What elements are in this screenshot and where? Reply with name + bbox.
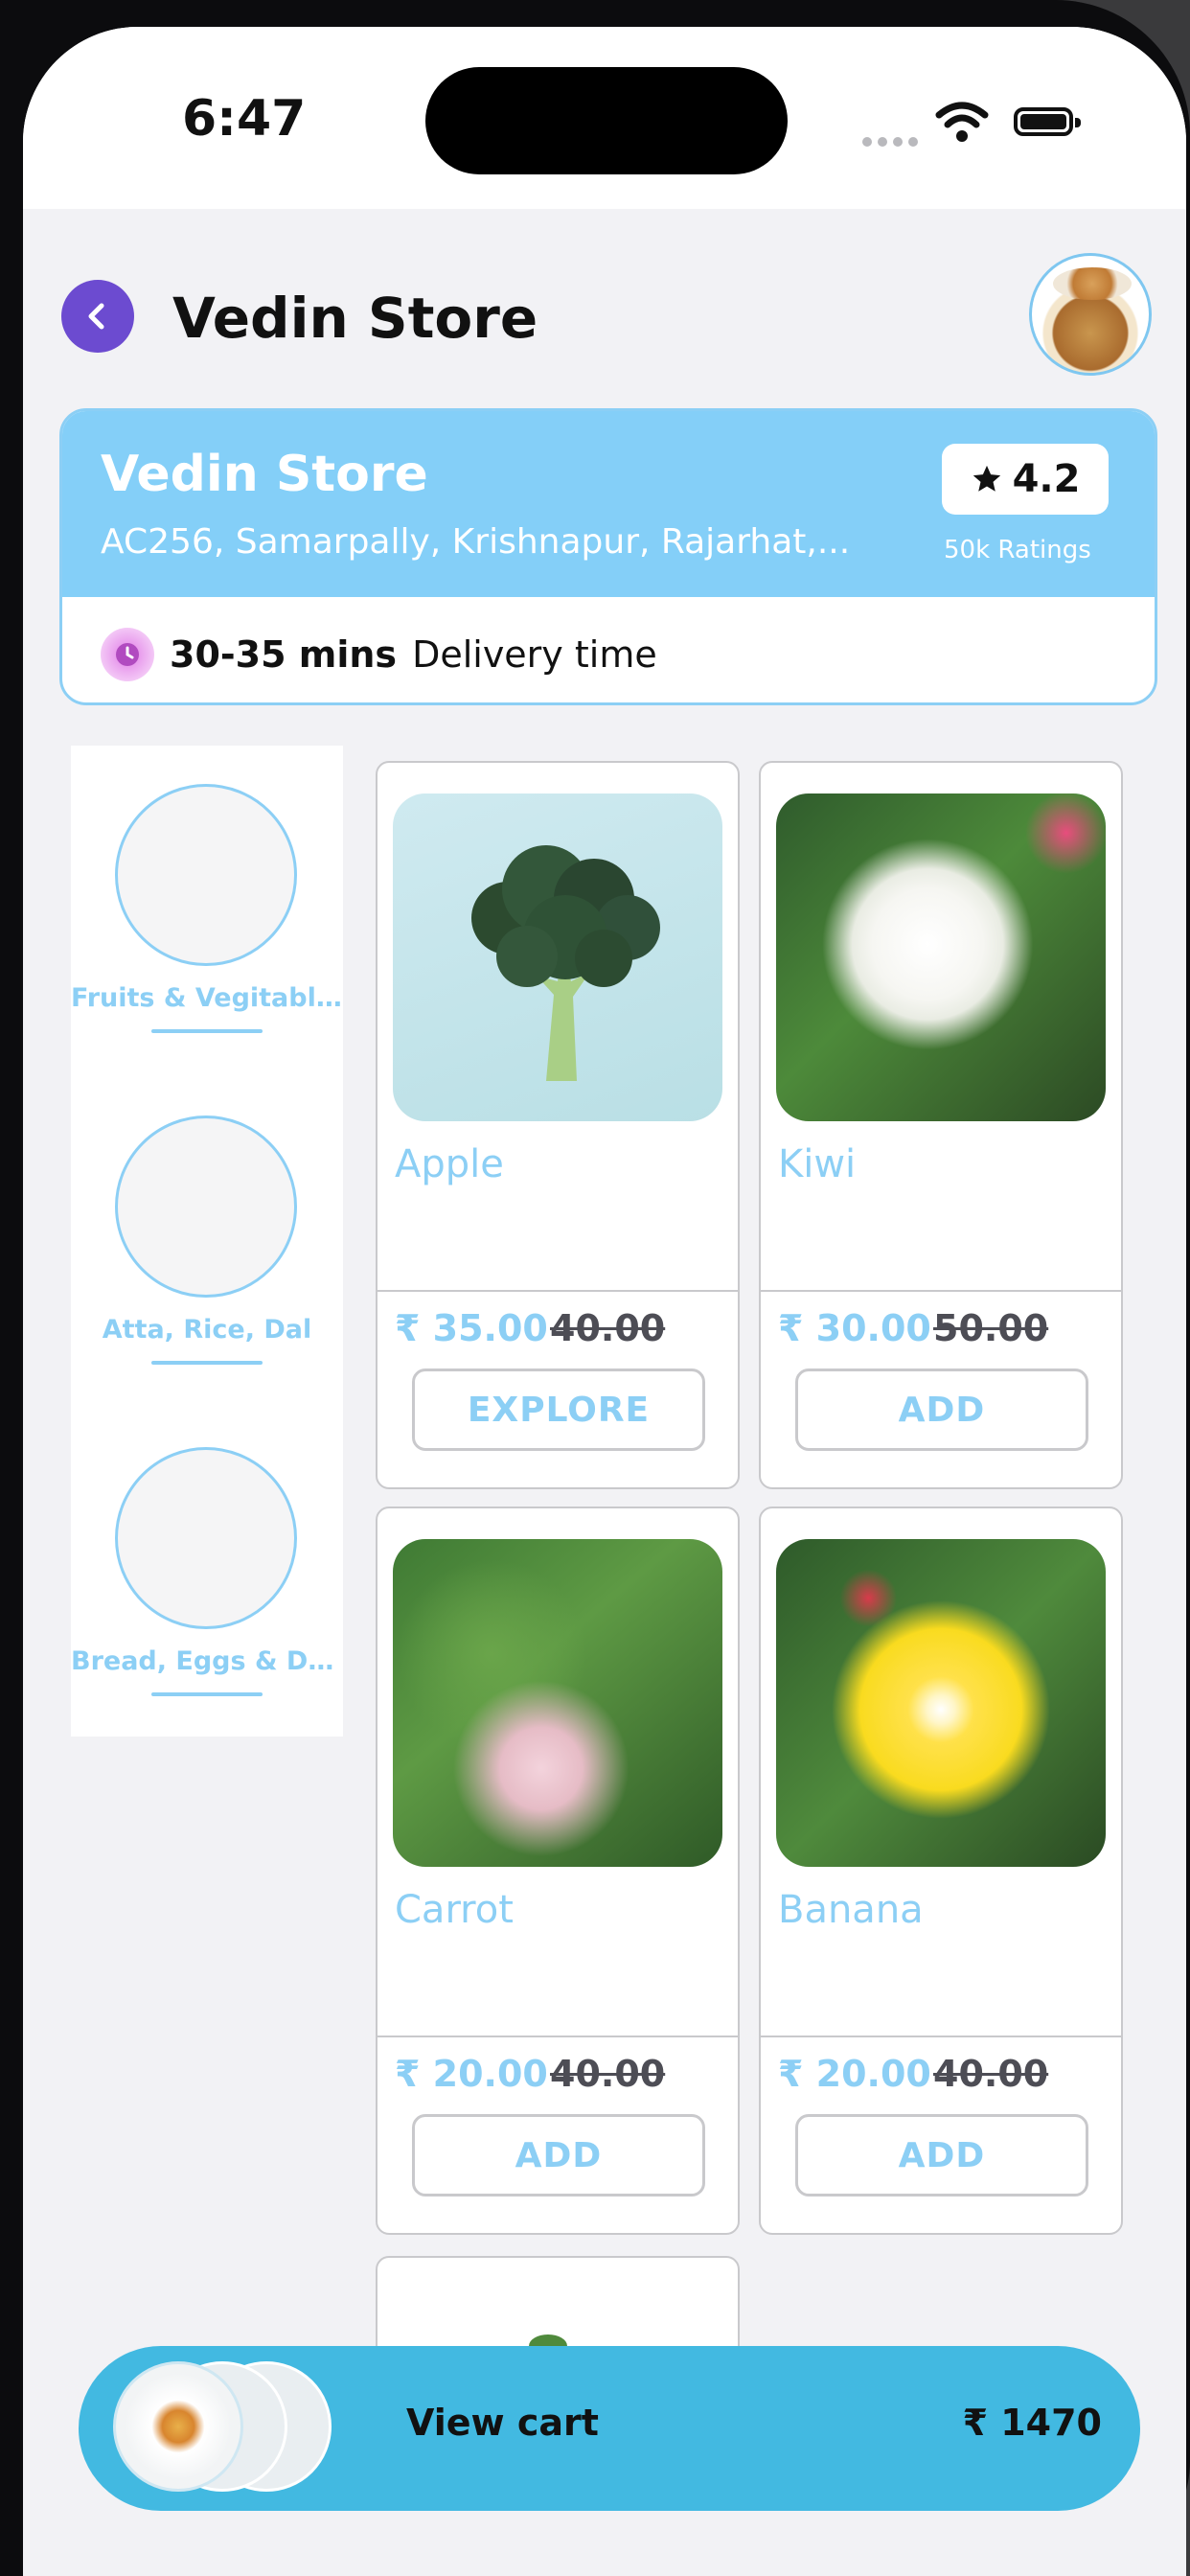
product-divider bbox=[761, 1290, 1121, 1292]
category-image bbox=[115, 1447, 297, 1629]
category-label: Atta, Rice, Dal bbox=[102, 1315, 312, 1345]
store-info-card: Vedin Store AC256, Samarpally, Krishnapu… bbox=[59, 408, 1157, 705]
store-info-banner: Vedin Store AC256, Samarpally, Krishnapu… bbox=[62, 411, 1155, 597]
add-button[interactable]: ADD bbox=[795, 2114, 1088, 2196]
rating-badge: 4.2 bbox=[942, 444, 1109, 515]
product-name: Apple bbox=[395, 1142, 504, 1186]
view-cart-label: View cart bbox=[406, 2402, 599, 2444]
product-image bbox=[776, 794, 1106, 1121]
cart-total: ₹ 1470 bbox=[962, 2402, 1102, 2444]
cart-thumbnails bbox=[98, 2361, 337, 2496]
explore-button[interactable]: EXPLORE bbox=[412, 1368, 705, 1451]
product-image bbox=[393, 794, 722, 1121]
product-price: ₹ 35.00 bbox=[395, 1307, 548, 1349]
category-sidebar: Fruits & Vegitabl... Atta, Rice, Dal Bre… bbox=[71, 746, 343, 1736]
product-name: Kiwi bbox=[778, 1142, 857, 1186]
rating-count: 50k Ratings bbox=[944, 536, 1091, 564]
back-button[interactable] bbox=[61, 280, 134, 353]
battery-icon bbox=[1014, 107, 1081, 136]
category-underline bbox=[151, 1692, 263, 1696]
category-item[interactable]: Fruits & Vegitabl... bbox=[71, 746, 343, 1033]
category-item[interactable]: Atta, Rice, Dal bbox=[71, 1077, 343, 1365]
category-underline bbox=[151, 1029, 263, 1033]
product-image bbox=[776, 1539, 1106, 1867]
delivery-time-row: 30-35 mins Delivery time bbox=[101, 624, 657, 685]
product-mrp: 40.00 bbox=[933, 2053, 1049, 2095]
add-button[interactable]: ADD bbox=[795, 1368, 1088, 1451]
store-name: Vedin Store bbox=[101, 446, 428, 503]
status-bar: 6:47 bbox=[23, 27, 1186, 209]
product-price: ₹ 20.00 bbox=[778, 2053, 931, 2095]
store-address: AC256, Samarpally, Krishnapur, Rajarhat,… bbox=[101, 522, 851, 562]
product-card[interactable]: Carrot ₹ 20.00 40.00 ADD bbox=[376, 1506, 740, 2235]
category-underline bbox=[151, 1361, 263, 1365]
category-label: Fruits & Vegitabl... bbox=[71, 983, 343, 1013]
page-title: Vedin Store bbox=[172, 286, 538, 351]
product-divider bbox=[378, 1290, 738, 1292]
view-cart-bar[interactable]: View cart ₹ 1470 bbox=[79, 2346, 1140, 2511]
category-item[interactable]: Bread, Eggs & Da... bbox=[71, 1409, 343, 1696]
product-name: Carrot bbox=[395, 1888, 514, 1932]
product-price: ₹ 30.00 bbox=[778, 1307, 931, 1349]
product-card[interactable]: Kiwi ₹ 30.00 50.00 ADD bbox=[759, 761, 1123, 1489]
store-avatar[interactable] bbox=[1029, 253, 1152, 376]
product-mrp: 40.00 bbox=[550, 1307, 666, 1349]
category-label: Bread, Eggs & Da... bbox=[71, 1646, 343, 1676]
rating-value: 4.2 bbox=[1012, 457, 1081, 501]
product-divider bbox=[378, 2036, 738, 2037]
clock-icon bbox=[101, 628, 154, 681]
add-button[interactable]: ADD bbox=[412, 2114, 705, 2196]
product-divider bbox=[761, 2036, 1121, 2037]
product-card[interactable]: Banana ₹ 20.00 40.00 ADD bbox=[759, 1506, 1123, 2235]
product-price: ₹ 20.00 bbox=[395, 2053, 548, 2095]
signal-icon bbox=[862, 132, 924, 150]
delivery-eta-label: Delivery time bbox=[412, 633, 657, 676]
status-time: 6:47 bbox=[182, 90, 307, 148]
cart-thumbnail bbox=[113, 2361, 243, 2492]
product-name: Banana bbox=[778, 1888, 924, 1932]
chevron-left-icon bbox=[88, 303, 104, 330]
star-icon bbox=[973, 465, 1000, 492]
app-screen: 6:47 Vedin Store Vedin Store AC256, Sama… bbox=[23, 27, 1186, 2576]
product-image bbox=[393, 1539, 722, 1867]
product-mrp: 40.00 bbox=[550, 2053, 666, 2095]
dynamic-island bbox=[425, 67, 788, 174]
product-card[interactable]: Apple ₹ 35.00 40.00 EXPLORE bbox=[376, 761, 740, 1489]
category-image bbox=[115, 1116, 297, 1298]
wifi-icon bbox=[935, 102, 989, 142]
product-mrp: 50.00 bbox=[933, 1307, 1049, 1349]
category-image bbox=[115, 784, 297, 966]
delivery-eta: 30-35 mins bbox=[170, 633, 398, 676]
